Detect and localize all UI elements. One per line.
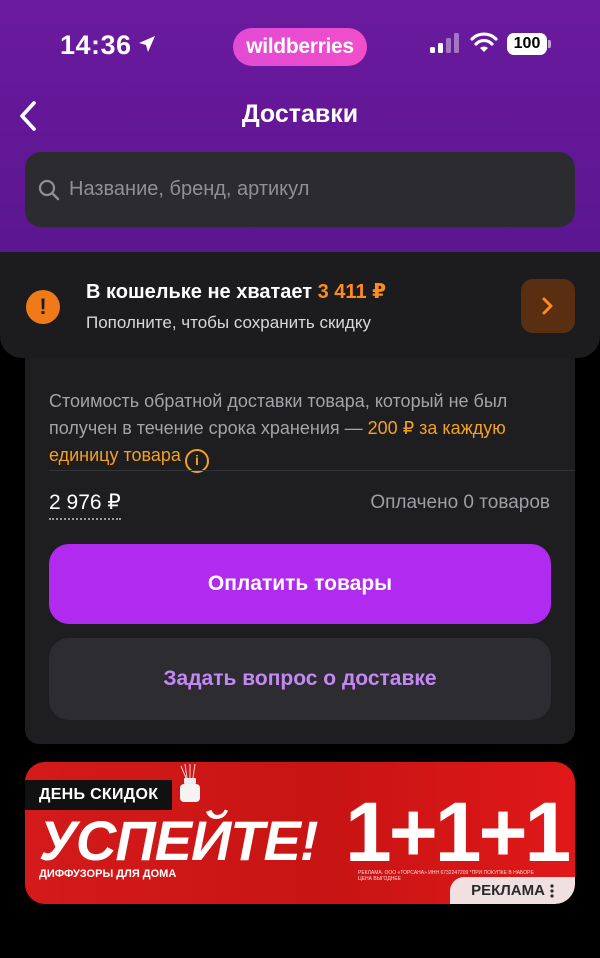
pay-items-button[interactable]: Оплатить товары (49, 544, 551, 624)
status-bar: 14:36 wildberries 100 (0, 0, 600, 90)
wallet-amount: 3 411 ₽ (317, 281, 387, 303)
ad-subtitle: ДИФФУЗОРЫ ДЛЯ ДОМА (39, 868, 177, 880)
battery-indicator: 100 (507, 33, 551, 55)
wallet-subtitle: Пополните, чтобы сохранить скидку (86, 313, 371, 332)
brand-pill[interactable]: wildberries (233, 28, 367, 66)
warning-icon: ! (26, 290, 60, 324)
wallet-title: В кошельке не хватает 3 411 ₽ (86, 279, 386, 304)
ad-badge[interactable]: РЕКЛАМА (450, 877, 575, 904)
ask-delivery-question-button[interactable]: Задать вопрос о доставке (49, 638, 551, 720)
chevron-right-icon (542, 297, 553, 315)
battery-tip (548, 40, 551, 48)
paid-count: Оплачено 0 товаров (370, 492, 550, 513)
search-bar[interactable] (25, 152, 575, 227)
ad-tag: ДЕНЬ СКИДОК (25, 780, 173, 810)
header: 14:36 wildberries 100 Доставки Название,… (0, 0, 600, 252)
app-root: 14:36 wildberries 100 Доставки Название,… (0, 0, 600, 958)
diffuser-bottle-icon (180, 764, 200, 802)
ad-headline: УСПЕЙТЕ! (39, 809, 318, 872)
ad-promo: 1+1+1 (345, 785, 571, 879)
wallet-banner[interactable] (0, 252, 600, 358)
info-icon[interactable]: i (184, 448, 209, 473)
delivery-description: Стоимость обратной доставки товара, кото… (49, 388, 559, 473)
delivery-price[interactable]: 2 976 ₽ (49, 490, 121, 520)
status-time: 14:36 (60, 30, 132, 60)
ad-banner[interactable]: ДЕНЬ СКИДОК УСПЕЙТЕ! ДИФФУЗОРЫ ДЛЯ ДОМА … (25, 762, 575, 904)
page-title: Доставки (241, 100, 359, 128)
search-icon (38, 179, 60, 201)
divider (49, 470, 575, 471)
wallet-arrow-button[interactable] (521, 279, 575, 333)
more-vertical-icon (550, 883, 554, 898)
location-arrow-icon (139, 36, 155, 52)
wifi-icon (470, 32, 498, 52)
wallet-title-text: В кошельке не хватает (86, 281, 313, 303)
battery-level: 100 (507, 33, 547, 55)
cellular-signal-icon (430, 33, 459, 53)
search-input[interactable] (69, 152, 559, 227)
ad-badge-label: РЕКЛАМА (471, 882, 545, 899)
